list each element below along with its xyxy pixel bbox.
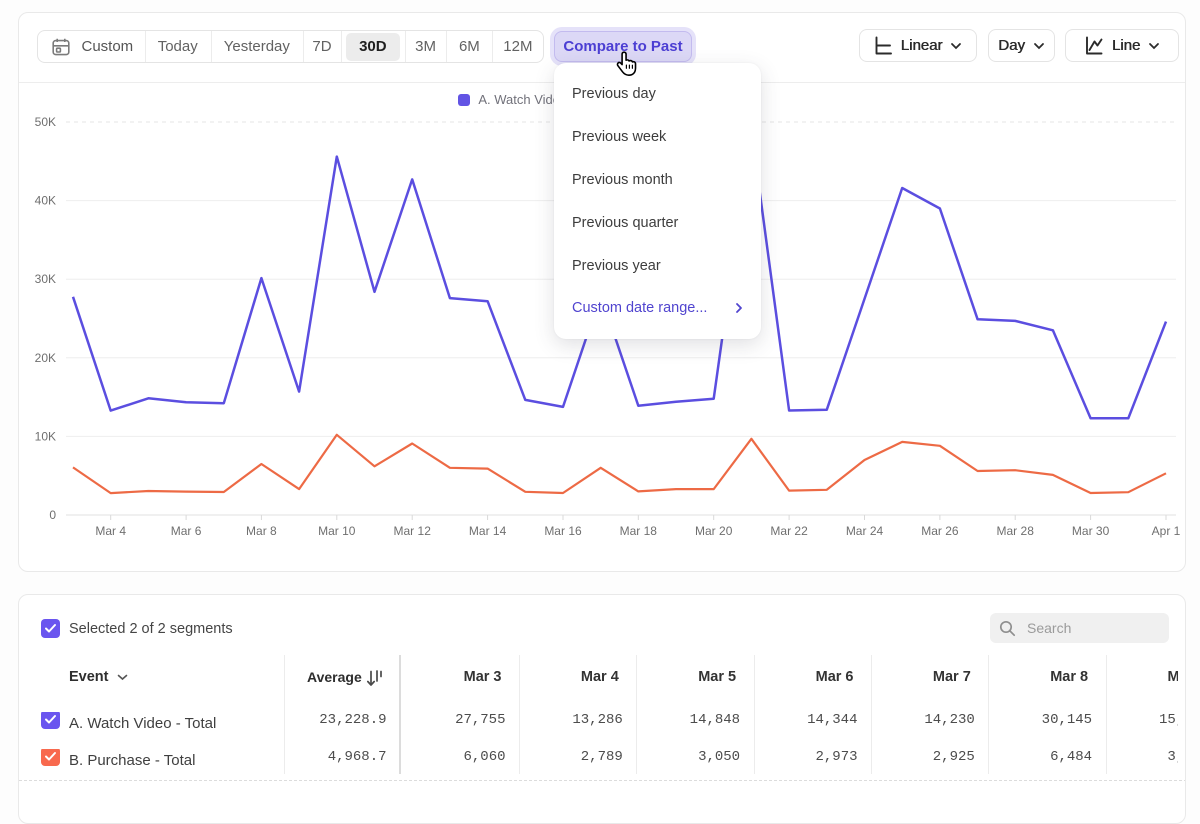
svg-text:Mar 12: Mar 12 (394, 524, 432, 538)
svg-text:Mar 8: Mar 8 (246, 524, 277, 538)
svg-text:40K: 40K (35, 194, 56, 208)
svg-text:Mar 30: Mar 30 (1072, 524, 1110, 538)
svg-text:Mar 6: Mar 6 (171, 524, 202, 538)
svg-text:50K: 50K (35, 115, 56, 129)
svg-text:Mar 18: Mar 18 (620, 524, 658, 538)
svg-text:20K: 20K (35, 351, 56, 365)
svg-text:Mar 14: Mar 14 (469, 524, 507, 538)
svg-text:10K: 10K (35, 429, 56, 443)
svg-text:Mar 28: Mar 28 (997, 524, 1035, 538)
svg-text:Mar 16: Mar 16 (544, 524, 582, 538)
svg-text:Apr 1: Apr 1 (1152, 524, 1181, 538)
svg-text:30K: 30K (35, 272, 56, 286)
svg-text:Mar 4: Mar 4 (95, 524, 126, 538)
svg-text:0: 0 (49, 508, 56, 522)
svg-text:Mar 22: Mar 22 (770, 524, 808, 538)
svg-text:Mar 24: Mar 24 (846, 524, 884, 538)
svg-text:Mar 26: Mar 26 (921, 524, 959, 538)
svg-text:Mar 20: Mar 20 (695, 524, 733, 538)
svg-text:Mar 10: Mar 10 (318, 524, 356, 538)
